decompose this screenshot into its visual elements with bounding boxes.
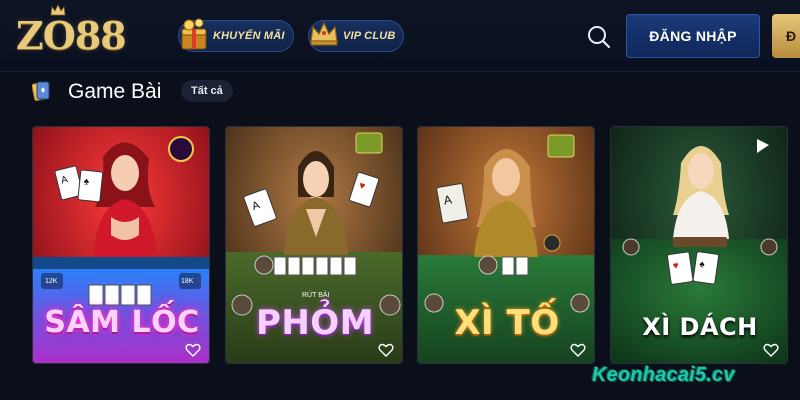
game-card-sam-loc[interactable]: A ♠ 12K 18K SÂM LỐC bbox=[32, 126, 210, 364]
search-icon[interactable] bbox=[586, 24, 612, 50]
top-header: ZO88 KHUYẾN MÃI VIP CLUB ĐĂNG NHẬP Đ bbox=[0, 0, 800, 72]
vip-crown-icon bbox=[310, 21, 338, 46]
heart-icon[interactable] bbox=[378, 343, 394, 357]
section-title: Game Bài bbox=[68, 80, 162, 103]
draw-card-label: RÚT BÀI bbox=[302, 290, 330, 299]
nav-promotions-button[interactable]: KHUYẾN MÃI bbox=[178, 18, 294, 52]
nav-promotions-label: KHUYẾN MÃI bbox=[213, 30, 285, 42]
heart-icon[interactable] bbox=[185, 343, 201, 357]
game-title: PHỎM bbox=[255, 303, 375, 343]
game-card-xi-dach[interactable]: ♥ ♠ XÌ DÁCH bbox=[610, 126, 788, 364]
watermark: Keonhacai5.cv bbox=[592, 364, 735, 386]
gift-treasure-icon bbox=[181, 18, 207, 50]
register-button[interactable]: Đ bbox=[772, 14, 800, 58]
see-all-button[interactable]: Tất cả bbox=[181, 80, 233, 102]
logo-crown-icon bbox=[50, 4, 66, 16]
heart-icon[interactable] bbox=[763, 343, 779, 357]
heart-icon[interactable] bbox=[570, 343, 586, 357]
nav-vip-club-label: VIP CLUB bbox=[343, 30, 396, 42]
game-title: SÂM LỐC bbox=[44, 305, 200, 340]
game-card-xi-to[interactable]: A XÌ TỐ bbox=[417, 126, 595, 364]
site-logo[interactable]: ZO88 bbox=[16, 14, 127, 58]
nav-vip-club-button[interactable]: VIP CLUB bbox=[308, 20, 404, 52]
player-balance-label: 18K bbox=[181, 278, 194, 285]
game-title: XÌ TỐ bbox=[454, 303, 560, 343]
cards-deck-icon bbox=[32, 81, 50, 102]
player-balance-label: 12K bbox=[45, 278, 58, 285]
game-card-phom[interactable]: A ♥ RÚT BÀI PHỎM bbox=[225, 126, 403, 364]
page: ZO88 KHUYẾN MÃI VIP CLUB ĐĂNG NHẬP Đ Gam… bbox=[0, 0, 800, 400]
game-title: XÌ DÁCH bbox=[642, 313, 758, 341]
login-button[interactable]: ĐĂNG NHẬP bbox=[626, 14, 760, 58]
